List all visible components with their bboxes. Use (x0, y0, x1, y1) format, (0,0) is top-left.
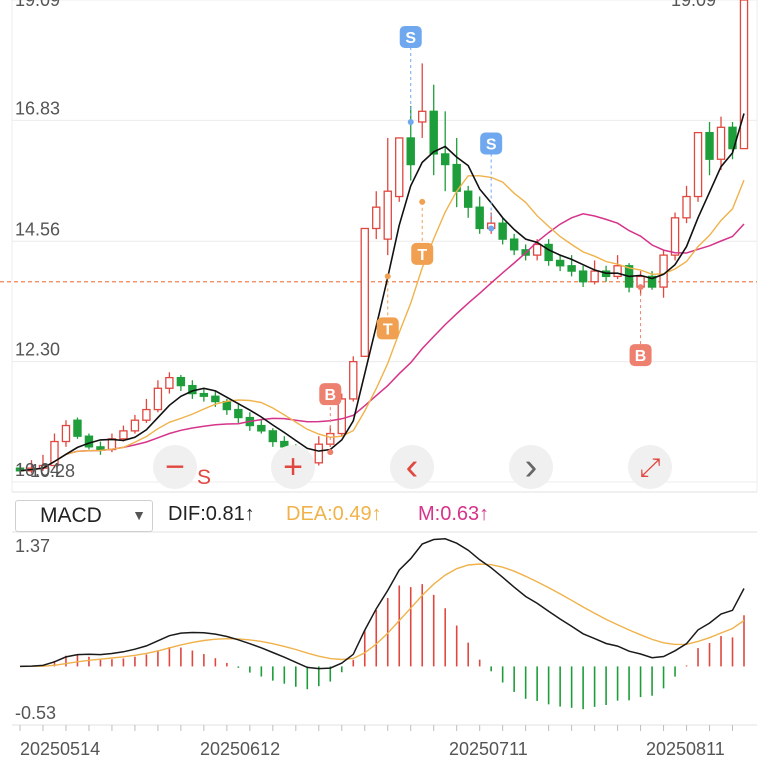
date-axis: 20250514 20250612 20250711 20250811 (19, 725, 734, 759)
price-tick-2: 14.56 (15, 219, 60, 239)
date-label-0: 20250514 (20, 739, 100, 759)
candle-body-45 (532, 243, 542, 256)
marker-label-0: S (405, 30, 416, 47)
candle-body-29 (349, 360, 358, 400)
candle-body-63 (739, 0, 749, 150)
candle-body-32 (383, 190, 392, 240)
chevron-right-icon: › (524, 446, 538, 488)
marker-label-2: T (417, 247, 427, 264)
indicator-name: MACD (40, 504, 102, 527)
candle-body-50 (590, 270, 599, 283)
marker-label-4: B (325, 387, 337, 404)
candle-body-37 (440, 153, 450, 166)
price-tick-0: 19.09 (15, 0, 60, 10)
ma-long-line (19, 213, 745, 472)
date-label-3: 20250811 (646, 739, 725, 759)
date-label-1: 20250612 (200, 739, 280, 759)
marker-dot-2 (419, 198, 426, 205)
candle-body-16 (199, 392, 209, 397)
marker-dot-3 (384, 273, 391, 280)
marker-label-5: B (635, 348, 647, 365)
marker-dot-0 (407, 118, 414, 125)
dif-value: DIF:0.81↑ (168, 503, 255, 525)
candle-body-40 (475, 206, 484, 230)
price-tick-3: 12.30 (15, 340, 60, 360)
candle-body-6 (84, 435, 94, 448)
plus-icon: + (283, 448, 303, 486)
candle-body-9 (119, 430, 128, 440)
dea-value: DEA:0.49↑ (286, 503, 382, 525)
candle-body-26 (314, 443, 324, 464)
chevron-left-icon: ‹ (405, 446, 419, 488)
candle-body-17 (211, 395, 220, 403)
scroll-left-button[interactable]: ‹ (390, 445, 434, 489)
candle-body-19 (234, 408, 243, 419)
macd-panel: 1.37 -0.53 (15, 536, 745, 723)
m-value: M:0.63↑ (418, 503, 490, 525)
date-label-2: 20250711 (449, 739, 528, 759)
dif-line (19, 538, 745, 670)
candle-body-36 (429, 110, 438, 155)
top-right-value: 19.09 (671, 0, 716, 10)
candle-body-39 (463, 190, 473, 208)
candle-body-31 (372, 206, 381, 230)
marker-label-3: T (383, 321, 393, 338)
candle-body-43 (509, 238, 519, 251)
stock-chart: SSTTBB 19.0916.8314.5612.3010.0419.0910.… (0, 0, 758, 759)
candle-body-12 (153, 387, 163, 411)
zoom-out-button[interactable]: − (153, 445, 197, 489)
macd-tick-0: 1.37 (15, 536, 50, 556)
macd-tick-1: -0.53 (15, 703, 56, 723)
triangle-down-icon: ▼ (132, 507, 146, 523)
marker-dot-1 (488, 225, 495, 232)
moving-averages (19, 113, 745, 472)
candle-body-14 (176, 376, 186, 387)
candle-body-48 (567, 265, 576, 272)
scroll-right-button[interactable]: › (509, 445, 553, 489)
marker-label-1: S (486, 136, 497, 153)
candle-body-59 (693, 131, 703, 198)
candlesticks (15, 0, 749, 474)
candle-body-4 (61, 424, 71, 443)
bottom-left-value: 10.28 (30, 461, 75, 481)
candle-body-49 (578, 270, 588, 283)
candle-body-46 (544, 243, 553, 262)
ma-short-line (19, 113, 745, 472)
candle-body-58 (682, 195, 691, 219)
candle-body-21 (257, 424, 266, 432)
indicator-select[interactable]: MACD ▼ (15, 500, 153, 532)
signal-markers: S S T T B B (319, 25, 652, 456)
marker-dot-4 (327, 449, 334, 456)
candle-body-35 (418, 110, 427, 123)
candle-body-11 (142, 408, 151, 421)
candle-body-57 (670, 217, 680, 256)
marker-dot-5 (637, 284, 644, 291)
candle-body-18 (222, 400, 232, 411)
candle-body-33 (395, 137, 404, 198)
price-tick-1: 16.83 (15, 98, 60, 118)
candle-body-10 (130, 419, 140, 432)
expand-icon: ⤢ (639, 452, 661, 482)
s-indicator: S (197, 466, 212, 489)
candle-body-5 (73, 419, 82, 437)
candle-body-61 (716, 126, 726, 160)
fullscreen-button[interactable]: ⤢ (628, 445, 672, 489)
candle-body-30 (360, 227, 369, 357)
candle-body-8 (107, 438, 117, 451)
candle-body-60 (705, 131, 714, 160)
candle-body-34 (406, 137, 415, 166)
zoom-in-button[interactable]: + (271, 445, 315, 489)
candle-body-22 (268, 430, 278, 443)
candle-body-47 (555, 259, 565, 267)
candle-body-52 (613, 265, 622, 278)
candle-body-42 (498, 222, 507, 240)
candle-body-13 (165, 376, 174, 389)
candle-body-7 (96, 446, 105, 451)
candle-body-56 (659, 254, 668, 288)
minus-icon: − (165, 448, 185, 486)
